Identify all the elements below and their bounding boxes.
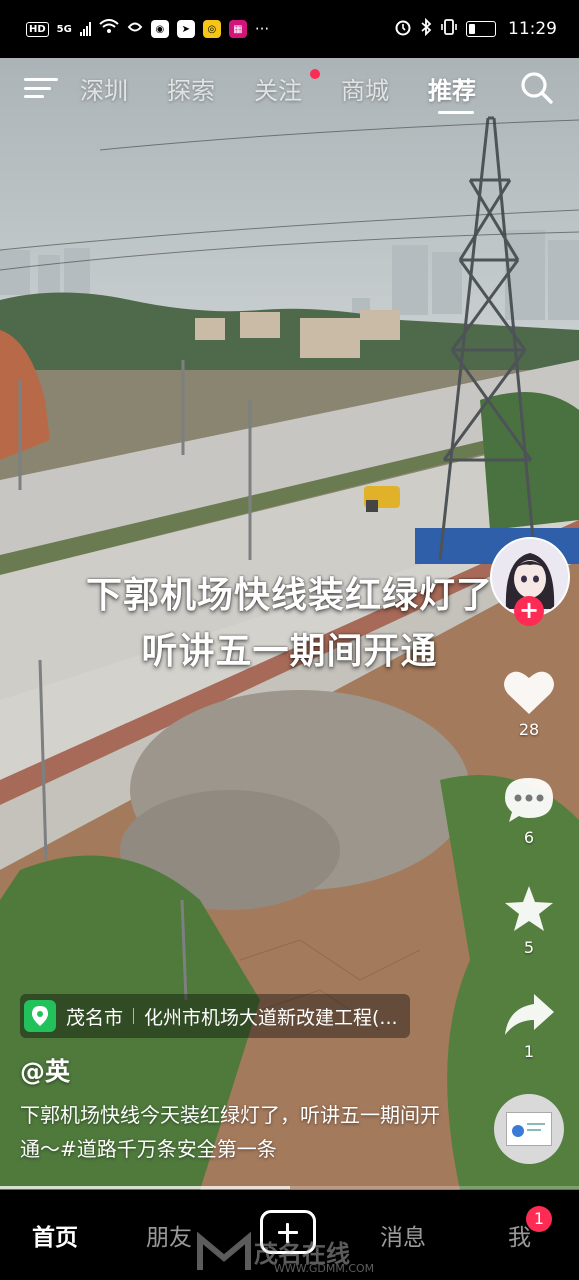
follow-button[interactable]: + [514, 596, 544, 626]
location-place: 化州市机场大道新改建工程(... [144, 1006, 398, 1029]
site-watermark: 茂名在线 WWW.GDMM.COM [196, 1230, 396, 1278]
clock: 11:29 [508, 19, 557, 39]
video-progress-bar[interactable] [0, 1186, 579, 1189]
alarm-icon [394, 18, 412, 40]
vpn-icon [127, 19, 143, 39]
star-icon [505, 886, 553, 931]
comment-count: 6 [523, 828, 535, 847]
location-city: 茂名市 [66, 1006, 124, 1029]
vibrate-icon [440, 18, 458, 40]
search-icon[interactable] [519, 70, 555, 106]
tab-explore[interactable]: 探索 [167, 71, 254, 106]
menu-icon[interactable] [24, 74, 58, 102]
weibo-icon: ◎ [202, 20, 221, 38]
progress-fill [0, 1186, 290, 1189]
network-type: 5G [56, 23, 72, 35]
music-disc[interactable] [494, 1094, 564, 1164]
nav-friends[interactable]: 朋友 [146, 1218, 192, 1252]
comment-icon [505, 778, 553, 822]
signal-icon [79, 22, 91, 36]
music-cover-icon [506, 1112, 552, 1146]
location-pin-icon [24, 1000, 56, 1032]
share-count: 1 [523, 1042, 535, 1061]
tab-local[interactable]: 深圳 [80, 71, 167, 106]
favorite-button[interactable]: 5 [500, 884, 558, 957]
watermark-url: WWW.GDMM.COM [274, 1262, 375, 1275]
tab-mall[interactable]: 商城 [341, 71, 428, 106]
top-nav: 深圳 探索 关注 商城 推荐 [0, 58, 579, 118]
battery-icon [466, 21, 496, 37]
video-caption-line2: 听讲五一期间开通 [141, 631, 438, 672]
tab-label: 探索 [167, 76, 215, 105]
like-button[interactable]: 28 [500, 668, 558, 739]
favorite-count: 5 [523, 938, 535, 957]
tab-label: 推荐 [428, 76, 476, 105]
share-button[interactable]: 1 [500, 992, 558, 1061]
video-description: 下郭机场快线今天装红绿灯了，听讲五一期间开通～#道路千万条安全第一条 [20, 1103, 440, 1161]
me-badge: 1 [526, 1206, 552, 1232]
wifi-icon [99, 19, 119, 39]
app-notification-icon: ◉ [150, 20, 169, 38]
like-count: 28 [518, 720, 540, 739]
status-left: HD 5G ◉ ➤ ◎ ▦ ··· [26, 19, 269, 39]
tab-label: 关注 [254, 76, 302, 105]
app-notification-icon: ▦ [228, 20, 247, 38]
status-bar: HD 5G ◉ ➤ ◎ ▦ ··· 11:29 [0, 0, 579, 58]
notification-dot [310, 68, 320, 79]
comment-button[interactable]: 6 [500, 776, 558, 847]
feed-tabs: 深圳 探索 关注 商城 推荐 [80, 68, 515, 114]
nav-home[interactable]: 首页 [32, 1218, 78, 1252]
location-tag[interactable]: 茂名市 化州市机场大道新改建工程(... [20, 994, 410, 1038]
hd-indicator: HD [26, 21, 49, 37]
more-notifications-icon: ··· [254, 20, 270, 38]
tab-label: 商城 [341, 76, 389, 105]
status-right: 11:29 [394, 17, 557, 40]
tab-label: 深圳 [80, 76, 128, 105]
heart-icon [504, 671, 554, 714]
tab-following[interactable]: 关注 [254, 68, 341, 106]
bluetooth-icon [420, 17, 432, 40]
app-notification-icon: ➤ [176, 20, 195, 38]
watermark-logo-icon [197, 1231, 251, 1270]
share-icon [505, 994, 554, 1035]
author-name[interactable]: @英 [20, 1052, 70, 1088]
location-divider [133, 1008, 135, 1024]
tab-recommended[interactable]: 推荐 [428, 71, 515, 114]
